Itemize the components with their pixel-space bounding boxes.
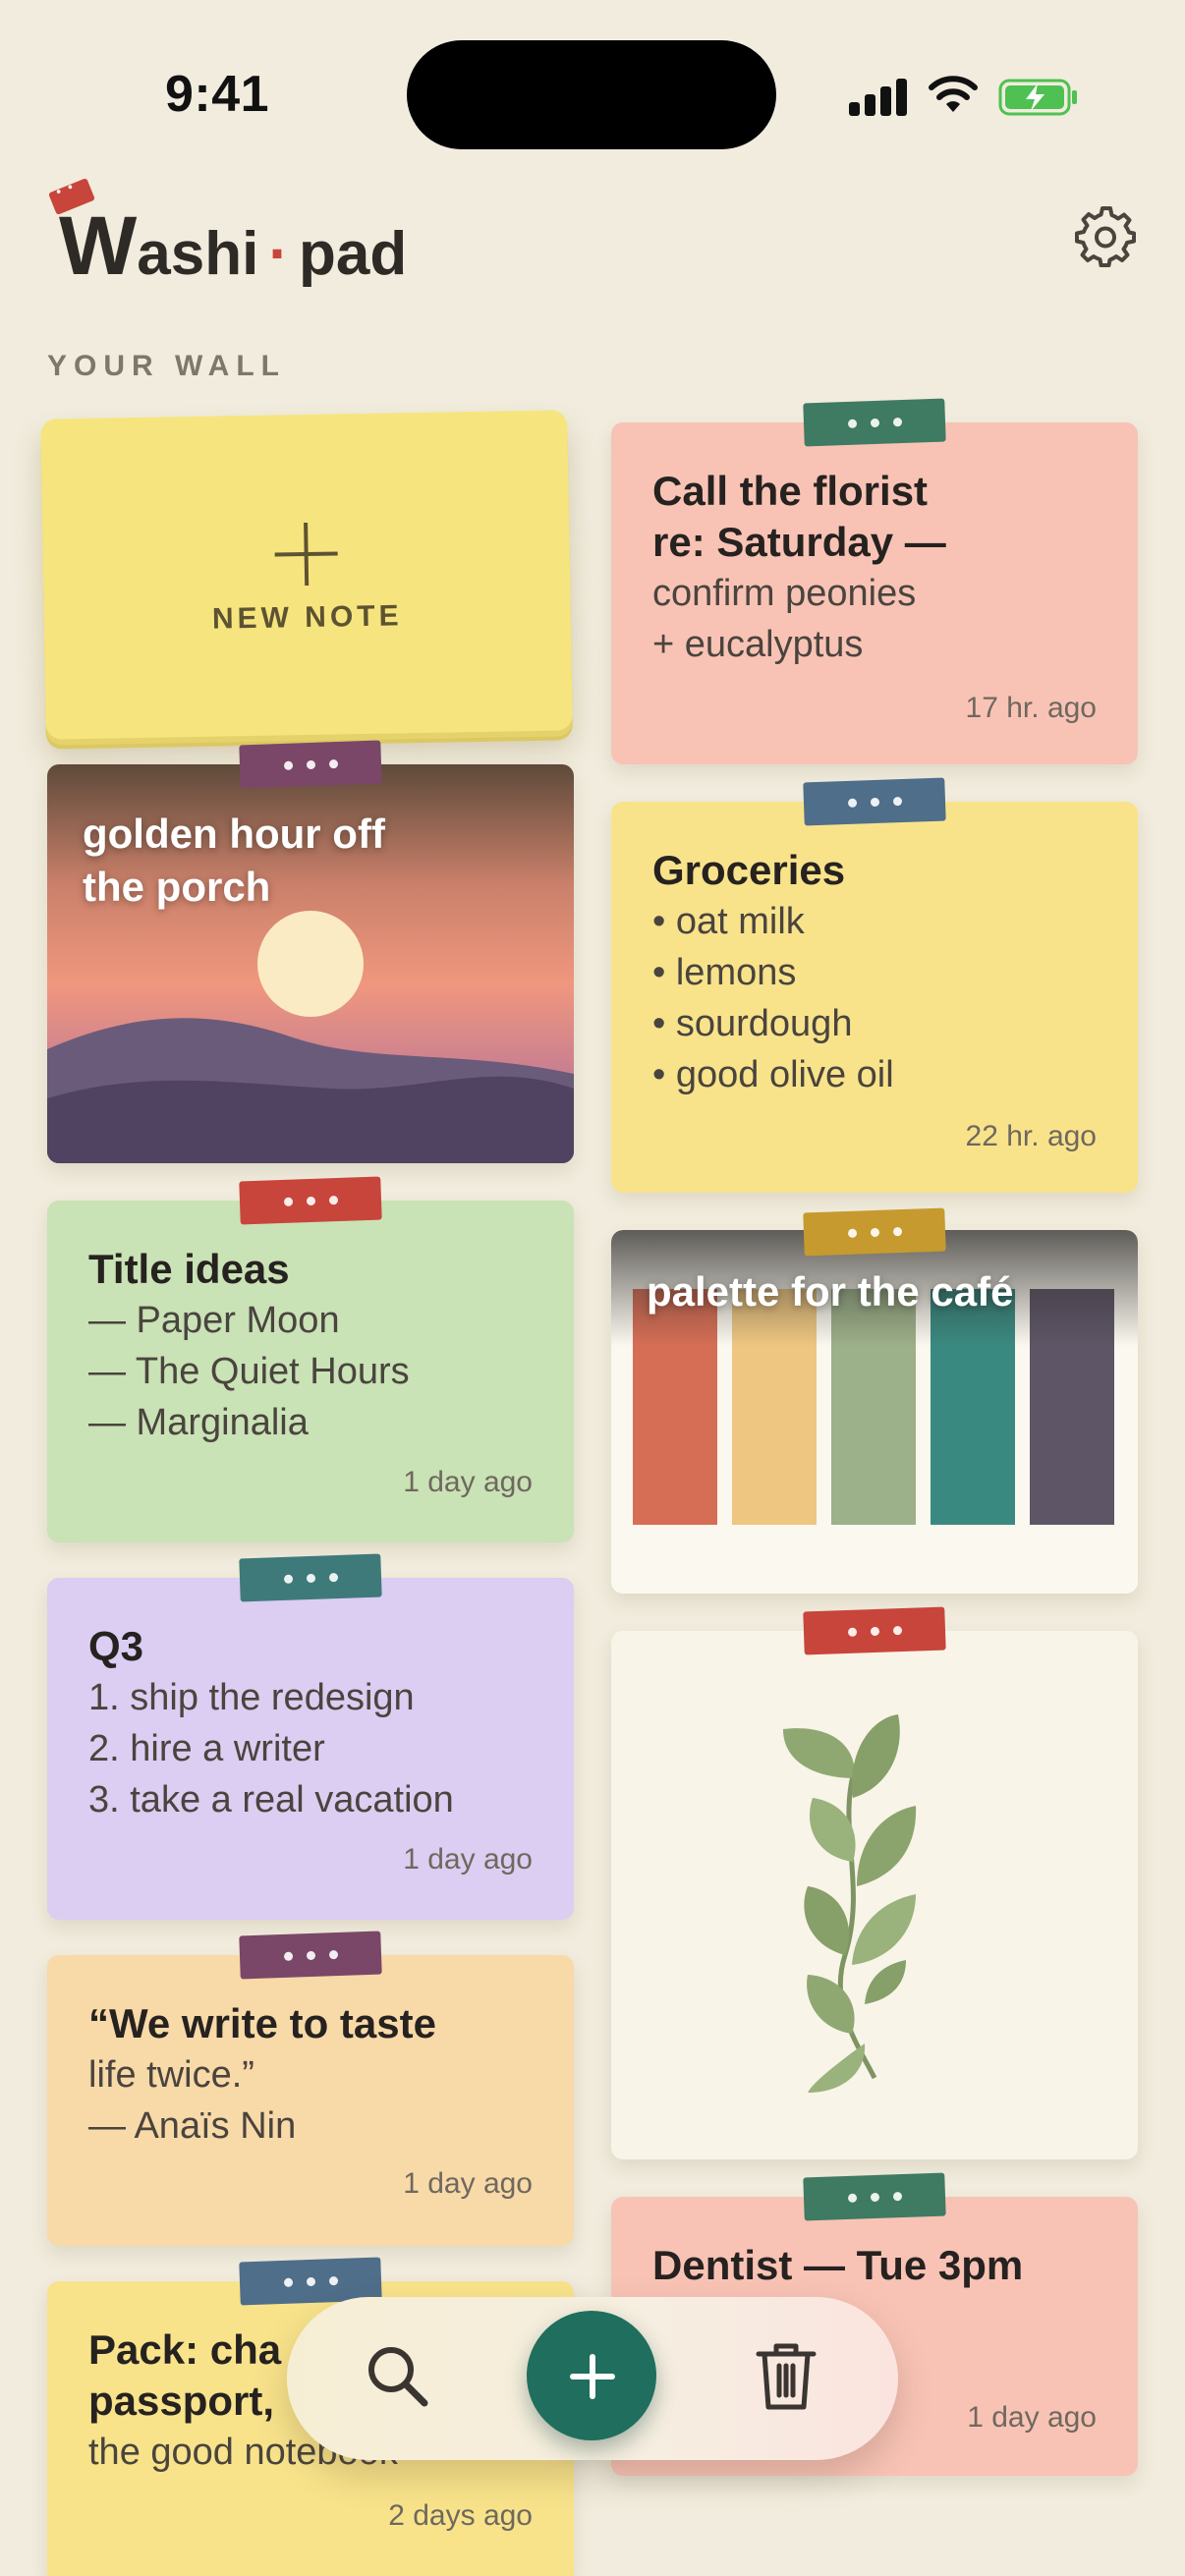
tape xyxy=(239,1553,382,1602)
note-line: — The Quiet Hours xyxy=(88,1351,410,1392)
tape xyxy=(239,740,382,789)
new-note-button[interactable]: NEW NOTE xyxy=(40,410,573,740)
note-line: 3. take a real vacation xyxy=(88,1779,454,1820)
tape xyxy=(803,777,946,826)
note-florist[interactable]: Call the florist re: Saturday — confirm … xyxy=(611,398,1138,764)
note-line: • oat milk xyxy=(652,901,805,942)
note-timestamp: 22 hr. ago xyxy=(965,1120,1097,1152)
note-line: • good olive oil xyxy=(652,1054,894,1095)
note-title: golden hour off the porch xyxy=(83,811,385,910)
tape xyxy=(803,2172,946,2221)
note-q3[interactable]: Q3 1. ship the redesign 2. hire a writer… xyxy=(47,1553,574,1920)
note-line: life twice.” xyxy=(88,2054,254,2096)
note-title-ideas[interactable]: Title ideas — Paper Moon — The Quiet Hou… xyxy=(47,1176,574,1542)
wifi-icon xyxy=(929,76,978,112)
note-timestamp: 17 hr. ago xyxy=(965,692,1097,724)
battery-charging-icon xyxy=(998,79,1077,116)
note-title: Call the florist xyxy=(652,468,929,514)
search-icon[interactable] xyxy=(364,2342,430,2409)
note-line: • sourdough xyxy=(652,1003,853,1044)
note-line: 1. ship the redesign xyxy=(88,1677,415,1718)
note-title: Q3 xyxy=(88,1623,144,1669)
note-line: 2. hire a writer xyxy=(88,1728,325,1769)
note-title: Groceries xyxy=(652,847,846,893)
note-title: Title ideas xyxy=(88,1246,290,1292)
tape xyxy=(803,1207,946,1257)
note-title: re: Saturday — xyxy=(652,519,946,565)
note-leaf-sketch[interactable] xyxy=(611,1606,1138,2159)
note-palette[interactable]: palette for the café xyxy=(611,1230,1138,1594)
status-time: 9:41 xyxy=(165,66,270,123)
note-title: Dentist — Tue 3pm xyxy=(652,2242,1024,2288)
trash-icon[interactable] xyxy=(753,2338,819,2413)
note-sunset-photo[interactable]: golden hour off the porch xyxy=(47,764,574,1163)
note-timestamp: 1 day ago xyxy=(403,2167,533,2200)
note-line: confirm peonies xyxy=(652,573,917,614)
add-note-button[interactable] xyxy=(527,2311,656,2440)
note-line: • lemons xyxy=(652,952,797,993)
leaf-sketch-image xyxy=(783,1714,917,2093)
note-timestamp: 1 day ago xyxy=(403,1843,533,1876)
note-line: + eucalyptus xyxy=(652,624,864,665)
note-timestamp: 2 days ago xyxy=(388,2499,533,2532)
new-note-label: NEW NOTE xyxy=(211,599,403,636)
app-logo: Washi · pad xyxy=(59,199,408,292)
gear-icon[interactable] xyxy=(1075,204,1138,267)
cellular-signal-icon xyxy=(849,77,908,116)
section-label: YOUR WALL xyxy=(47,350,286,382)
note-timestamp: 1 day ago xyxy=(403,1466,533,1498)
note-line: — Marginalia xyxy=(88,1402,309,1443)
dynamic-island xyxy=(407,40,776,149)
tape xyxy=(803,398,946,447)
note-line: — Paper Moon xyxy=(88,1300,340,1341)
plus-icon xyxy=(274,522,338,586)
note-quote[interactable]: “We write to taste life twice.” — Anaïs … xyxy=(47,1931,574,2246)
tape xyxy=(239,1176,382,1225)
note-groceries[interactable]: Groceries • oat milk • lemons • sourdoug… xyxy=(611,777,1138,1193)
note-timestamp: 1 day ago xyxy=(967,2401,1097,2434)
note-title: palette for the café xyxy=(647,1268,1014,1315)
note-title: “We write to taste xyxy=(88,2000,436,2046)
note-line: — Anaïs Nin xyxy=(88,2105,297,2147)
tape xyxy=(239,1931,382,1980)
